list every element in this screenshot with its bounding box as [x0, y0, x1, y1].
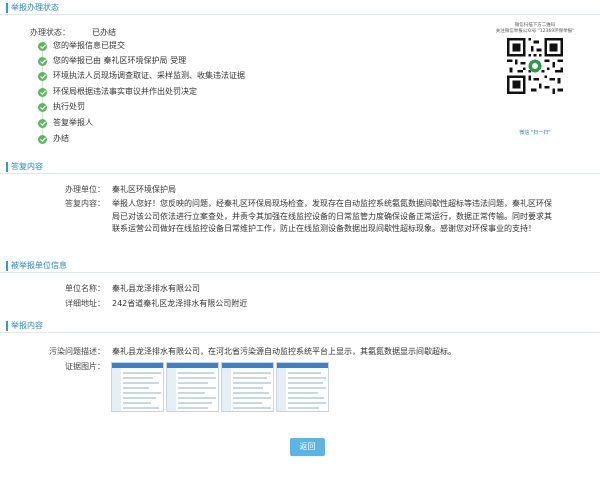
section-title-status: 举报办理状态 [11, 3, 59, 12]
unit-name-label: 单位名称： [65, 284, 105, 293]
section-header-reported: 被举报单位信息 [0, 260, 600, 273]
progress-step-label: 您的举报信息已提交 [53, 41, 125, 50]
section-header-report: 举报内容 [0, 320, 600, 333]
qr-scan-hint: 微信 "扫一扫" [519, 130, 551, 136]
check-icon [38, 135, 47, 144]
section-header-status: 举报办理状态 [0, 2, 600, 15]
section-header-reply: 答复内容 [0, 161, 600, 174]
section-marker [6, 321, 8, 331]
progress-step-label: 环保局根据违法事实审议并作出处罚决定 [53, 87, 197, 96]
section-marker [6, 261, 8, 271]
unit-name-value: 秦礼县龙泽排水有限公司 [112, 284, 200, 293]
reply-unit-label: 办理单位： [65, 185, 105, 194]
progress-step-label: 执行处罚 [53, 102, 85, 111]
status-value: 已办结 [92, 28, 116, 37]
evidence-images-label: 证据图片： [65, 362, 105, 371]
check-icon [38, 103, 47, 112]
status-label: 办理状态： [30, 28, 70, 37]
progress-step-label: 答复举报人 [53, 118, 93, 127]
evidence-image-thumbnail[interactable] [276, 362, 329, 412]
evidence-image-thumbnail[interactable] [111, 362, 164, 412]
section-marker [6, 162, 8, 172]
check-icon [38, 42, 47, 51]
check-icon [38, 72, 47, 81]
check-icon [38, 57, 47, 66]
progress-step-label: 您的举报已由 秦礼区环境保护局 受理 [53, 56, 187, 65]
section-title-report: 举报内容 [11, 321, 43, 330]
section-marker [6, 3, 8, 13]
back-button[interactable]: 返回 [290, 438, 325, 456]
evidence-image-thumbnail[interactable] [166, 362, 219, 412]
pollution-desc-value: 秦礼县龙泽排水有限公司，在河北省污染源自动监控系统平台上显示，其氨氮数据显示间歇… [112, 347, 456, 356]
evidence-image-thumbnail[interactable] [221, 362, 274, 412]
unit-address-value: 242省道秦礼区龙泽排水有限公司附近 [112, 299, 248, 308]
reply-unit-value: 秦礼区环境保护局 [112, 185, 176, 194]
qr-code-icon[interactable] [507, 38, 563, 94]
reply-content-text: 举报人您好！您反映的问题，经秦礼区环保局现场检查，发现存在自动监控系统氨氮数据间… [112, 199, 552, 234]
section-title-reply: 答复内容 [11, 162, 43, 171]
section-title-reported: 被举报单位信息 [11, 261, 67, 270]
unit-address-label: 详细地址： [65, 299, 105, 308]
check-icon [38, 88, 47, 97]
reply-content-label: 答复内容： [65, 199, 105, 208]
qr-caption-subscribe: 关注微信举报公众号 "12369环保举报" [495, 29, 575, 34]
pollution-desc-label: 污染问题描述： [49, 347, 105, 356]
qr-panel: 微信扫描下方二维码 关注微信举报公众号 "12369环保举报" 微信 "扫一扫" [485, 20, 585, 140]
progress-step-label: 环境执法人员现场调查取证、采样监测、收集违法证据 [53, 71, 245, 80]
check-icon [38, 119, 47, 128]
progress-step-label: 办结 [53, 134, 69, 143]
